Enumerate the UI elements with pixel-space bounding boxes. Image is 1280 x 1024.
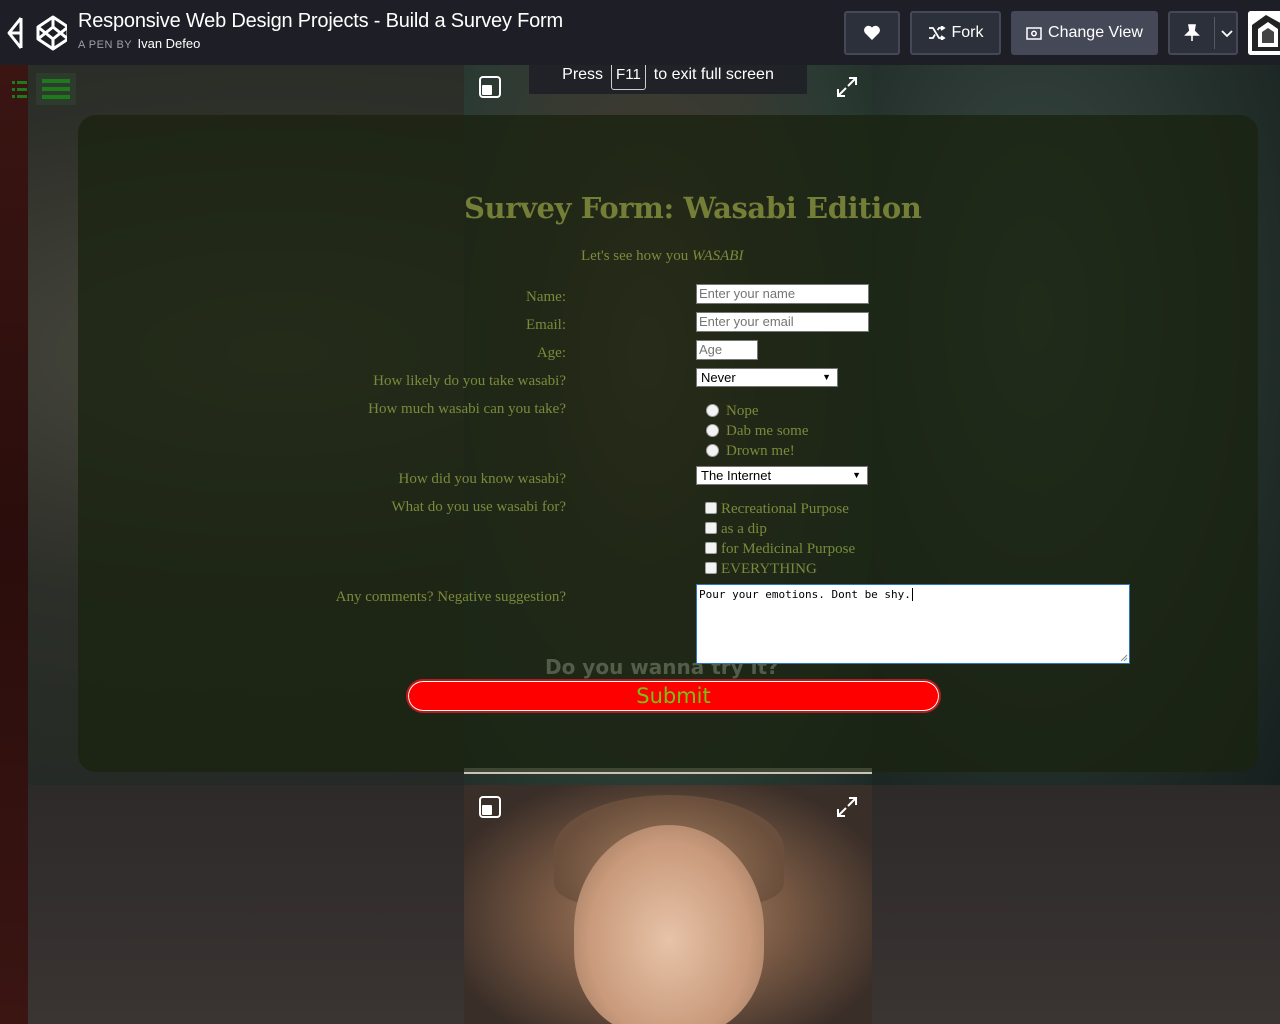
pen-author-link[interactable]: Ivan Defeo bbox=[137, 36, 200, 51]
name-label: Name: bbox=[526, 289, 566, 305]
dropdown-arrow-icon: ▼ bbox=[822, 372, 831, 382]
radio-label-drown: Drown me! bbox=[726, 443, 795, 459]
age-input[interactable]: Age bbox=[696, 340, 758, 360]
fullscreen-notice: Press F11 to exit full screen bbox=[529, 65, 807, 94]
background-edge bbox=[0, 65, 28, 1024]
radio-dab[interactable] bbox=[706, 424, 719, 437]
amount-label: How much wasabi can you take? bbox=[368, 401, 566, 417]
likely-selected-value: Never bbox=[701, 370, 736, 385]
hamburger-icon bbox=[42, 79, 70, 99]
codepen-logo-icon[interactable] bbox=[7, 14, 67, 52]
age-label: Age: bbox=[536, 345, 566, 361]
fullscreen-icon[interactable] bbox=[835, 795, 859, 819]
survey-description: Let's see how you WASABI bbox=[581, 248, 743, 265]
fork-button[interactable]: Fork bbox=[910, 11, 1001, 55]
video-frame-face bbox=[574, 825, 764, 1024]
radio-nope[interactable] bbox=[706, 404, 719, 417]
source-label: How did you know wasabi? bbox=[398, 471, 566, 487]
codepen-header: Responsive Web Design Projects - Build a… bbox=[0, 0, 1280, 65]
user-avatar[interactable] bbox=[1248, 11, 1280, 55]
dropdown-arrow-icon: ▼ bbox=[852, 470, 861, 480]
fork-icon bbox=[928, 26, 946, 40]
checkbox-label-dip: as a dip bbox=[721, 521, 767, 537]
checkbox-dip[interactable] bbox=[705, 522, 717, 534]
comments-label: Any comments? Negative suggestion? bbox=[335, 589, 566, 605]
survey-title: Survey Form: Wasabi Edition bbox=[464, 191, 922, 225]
source-dropdown[interactable]: The Internet ▼ bbox=[696, 466, 868, 485]
radio-label-dab: Dab me some bbox=[726, 423, 809, 439]
video-player-bottom[interactable] bbox=[464, 785, 872, 1024]
source-selected-value: The Internet bbox=[701, 468, 772, 483]
pen-author-line: A PEN BY Ivan Defeo bbox=[78, 36, 200, 51]
hamburger-menu-button[interactable] bbox=[36, 73, 76, 105]
resize-handle-icon[interactable] bbox=[1120, 654, 1128, 662]
likely-dropdown[interactable]: Never ▼ bbox=[696, 368, 838, 387]
radio-label-nope: Nope bbox=[726, 403, 759, 419]
fullscreen-notice-prefix: Press bbox=[562, 65, 604, 83]
text-cursor bbox=[911, 588, 913, 601]
description-text: Let's see how you bbox=[581, 248, 689, 264]
description-emphasis: WASABI bbox=[692, 248, 744, 264]
picture-in-picture-icon[interactable] bbox=[478, 795, 502, 819]
comments-textarea[interactable]: Pour your emotions. Dont be shy. bbox=[696, 584, 1130, 664]
like-button[interactable] bbox=[844, 11, 900, 55]
likely-label: How likely do you take wasabi? bbox=[373, 373, 566, 389]
name-input[interactable]: Enter your name bbox=[696, 284, 869, 304]
change-view-label: Change View bbox=[1048, 24, 1143, 41]
fullscreen-notice-suffix: to exit full screen bbox=[653, 65, 774, 83]
email-label: Email: bbox=[526, 317, 566, 333]
fullscreen-icon[interactable] bbox=[835, 75, 859, 99]
picture-in-picture-icon[interactable] bbox=[478, 75, 502, 99]
view-icon bbox=[1026, 26, 1042, 40]
pen-by-label: A PEN BY bbox=[78, 39, 133, 51]
checkbox-medicinal[interactable] bbox=[705, 542, 717, 554]
heart-icon bbox=[864, 25, 880, 40]
avatar-image-icon bbox=[1248, 11, 1280, 55]
comments-text: Pour your emotions. Dont be shy. bbox=[699, 588, 911, 601]
pin-button[interactable] bbox=[1168, 11, 1238, 55]
nav-menu-toggles bbox=[8, 73, 76, 105]
email-input[interactable]: Enter your email bbox=[696, 312, 869, 332]
checkbox-label-everything: EVERYTHING bbox=[721, 561, 817, 577]
pen-title: Responsive Web Design Projects - Build a… bbox=[78, 10, 563, 32]
pin-icon bbox=[1184, 24, 1200, 41]
change-view-button[interactable]: Change View bbox=[1011, 11, 1158, 55]
chevron-down-icon[interactable] bbox=[1220, 23, 1234, 43]
list-menu-icon[interactable] bbox=[12, 79, 28, 99]
pin-divider bbox=[1214, 17, 1215, 49]
checkbox-everything[interactable] bbox=[705, 562, 717, 574]
checkbox-label-recreational: Recreational Purpose bbox=[721, 501, 849, 517]
preview-stage: Survey Form: Wasabi Edition Let's see ho… bbox=[0, 65, 1280, 1024]
checkbox-label-medicinal: for Medicinal Purpose bbox=[721, 541, 856, 557]
radio-drown[interactable] bbox=[706, 444, 719, 457]
fullscreen-key: F11 bbox=[611, 65, 646, 90]
submit-button[interactable]: Submit bbox=[406, 679, 941, 713]
fork-label: Fork bbox=[951, 24, 984, 41]
usage-label: What do you use wasabi for? bbox=[391, 499, 566, 515]
checkbox-recreational[interactable] bbox=[705, 502, 717, 514]
